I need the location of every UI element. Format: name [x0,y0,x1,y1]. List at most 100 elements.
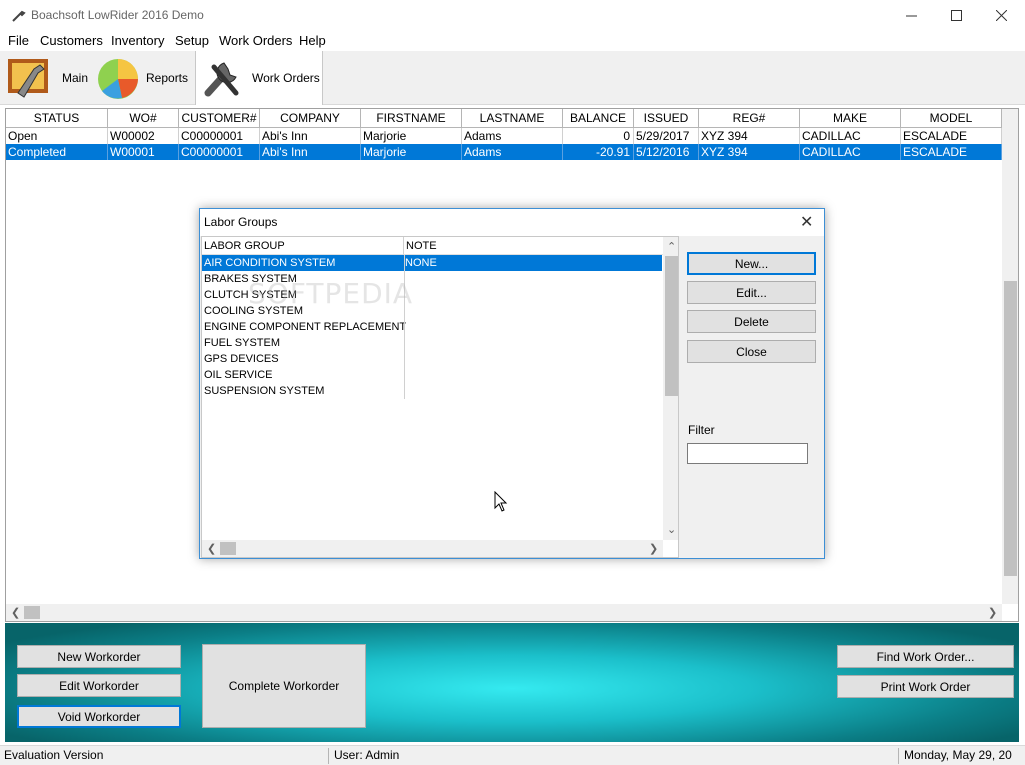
filter-input[interactable] [687,443,808,464]
cell-balance: -20.91 [563,144,634,160]
column-header-company[interactable]: COMPANY [260,109,361,128]
toolbar: Main Reports Work Orders [0,51,1025,105]
tab-reports-label: Reports [146,71,189,85]
tab-reports[interactable]: Reports [94,51,190,105]
labor-group-name: FUEL SYSTEM [204,337,280,349]
list-item[interactable]: SUSPENSION SYSTEM [202,383,662,399]
minimize-icon [905,15,917,17]
column-header-reg[interactable]: REG# [699,109,800,128]
delete-button[interactable]: Delete [687,310,816,333]
column-header-customer[interactable]: CUSTOMER# [179,109,260,128]
list-horizontal-scrollbar[interactable]: ❮ ❯ [202,540,663,557]
cell-status: Completed [6,144,108,160]
cell-reg: XYZ 394 [699,144,800,160]
column-header-model[interactable]: MODEL [901,109,1002,128]
wrench-icon [204,62,239,97]
tab-work-orders[interactable]: Work Orders [195,51,323,105]
softpedia-watermark: SOFTPEDIA [248,277,414,310]
void-workorder-button[interactable]: Void Workorder [17,705,181,728]
tab-main[interactable]: Main [4,51,90,105]
status-divider [898,748,899,764]
menu-customers[interactable]: Customers [40,33,103,48]
list-item[interactable]: GPS DEVICES [202,351,662,367]
column-header-firstname[interactable]: FIRSTNAME [361,109,462,128]
tab-main-label: Main [62,71,89,85]
list-item[interactable]: ENGINE COMPONENT REPLACEMENT [202,319,662,335]
table-row-selected[interactable]: Completed W00001 C00000001 Abi's Inn Mar… [6,144,1002,160]
cell-model: ESCALADE [901,128,1002,144]
grid-horizontal-scroll-thumb[interactable] [24,606,40,619]
labor-group-name: GPS DEVICES [204,353,279,365]
cell-reg: XYZ 394 [699,128,800,144]
column-header-status[interactable]: STATUS [6,109,108,128]
complete-workorder-button[interactable]: Complete Workorder [202,644,366,728]
cell-wo: W00001 [108,144,179,160]
list-vertical-scroll-thumb[interactable] [665,256,678,396]
scroll-left-icon[interactable]: ❮ [207,542,216,555]
cell-wo: W00002 [108,128,179,144]
labor-group-name: OIL SERVICE [204,369,273,381]
pie-chart-icon [98,59,138,99]
column-header-make[interactable]: MAKE [800,109,901,128]
close-dialog-button[interactable]: Close [687,340,816,363]
scroll-left-icon[interactable]: ❮ [11,606,20,619]
status-divider [328,748,329,764]
column-header-balance[interactable]: BALANCE [563,109,634,128]
labor-group-note: NONE [405,257,437,269]
list-vertical-scrollbar[interactable]: ⌃ ⌄ [663,237,678,540]
cell-customer: C00000001 [179,144,260,160]
minimize-button[interactable] [888,0,934,31]
scroll-down-icon[interactable]: ⌄ [667,523,676,536]
cell-lastname: Adams [462,144,563,160]
list-item[interactable]: OIL SERVICE [202,367,662,383]
list-item[interactable]: FUEL SYSTEM [202,335,662,351]
dialog-close-icon[interactable]: ✕ [800,212,813,232]
maximize-button[interactable] [933,0,979,31]
edit-button[interactable]: Edit... [687,281,816,304]
cell-firstname: Marjorie [361,144,462,160]
find-work-order-button[interactable]: Find Work Order... [837,645,1014,668]
status-user: User: Admin [334,748,400,762]
menu-help[interactable]: Help [299,33,326,48]
status-edition: Evaluation Version [4,748,104,762]
cell-company: Abi's Inn [260,128,361,144]
menu-inventory[interactable]: Inventory [111,33,164,48]
cell-issued: 5/29/2017 [634,128,699,144]
list-item[interactable]: AIR CONDITION SYSTEM NONE [202,255,662,271]
dialog-title-bar: Labor Groups ✕ [200,209,824,236]
column-header-issued[interactable]: ISSUED [634,109,699,128]
window-title: Boachsoft LowRider 2016 Demo [31,8,204,22]
cell-issued: 5/12/2016 [634,144,699,160]
cell-model: ESCALADE [901,144,1002,160]
maximize-icon [950,10,962,21]
table-row[interactable]: Open W00002 C00000001 Abi's Inn Marjorie… [6,128,1002,144]
new-button[interactable]: New... [687,252,816,275]
column-header-lastname[interactable]: LASTNAME [462,109,563,128]
scroll-up-icon[interactable]: ⌃ [667,240,676,253]
grid-vertical-scrollbar[interactable] [1002,109,1018,604]
column-header-labor-group[interactable]: LABOR GROUP [202,237,404,255]
menu-file[interactable]: File [8,33,29,48]
new-workorder-button[interactable]: New Workorder [17,645,181,668]
tab-work-orders-label: Work Orders [252,71,320,85]
grid-vertical-scroll-thumb[interactable] [1004,281,1017,576]
title-bar: Boachsoft LowRider 2016 Demo [0,0,1025,31]
labor-group-name: SUSPENSION SYSTEM [204,385,325,397]
grid-horizontal-scrollbar[interactable]: ❮ ❯ [6,604,1002,621]
list-horizontal-scroll-thumb[interactable] [220,542,236,555]
cell-company: Abi's Inn [260,144,361,160]
menu-work-orders[interactable]: Work Orders [219,33,292,48]
column-header-note[interactable]: NOTE [404,237,663,255]
grid-header: STATUS WO# CUSTOMER# COMPANY FIRSTNAME L… [6,109,1006,128]
scroll-right-icon[interactable]: ❯ [649,542,658,555]
close-button[interactable] [978,0,1024,31]
edit-workorder-button[interactable]: Edit Workorder [17,674,181,697]
cell-firstname: Marjorie [361,128,462,144]
menu-setup[interactable]: Setup [175,33,209,48]
column-header-wo[interactable]: WO# [108,109,179,128]
print-work-order-button[interactable]: Print Work Order [837,675,1014,698]
cell-customer: C00000001 [179,128,260,144]
scroll-right-icon[interactable]: ❯ [988,606,997,619]
dialog-title: Labor Groups [204,215,278,229]
labor-group-name: AIR CONDITION SYSTEM [204,257,336,269]
